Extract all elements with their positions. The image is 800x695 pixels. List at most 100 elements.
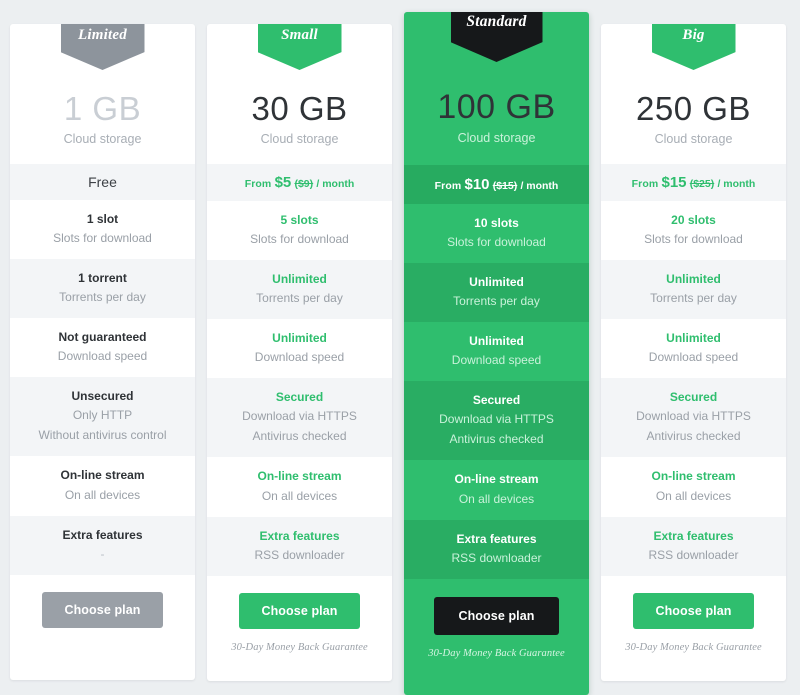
feature-value: Not guaranteed [58,330,147,345]
plan-ribbon-wrap: Small [207,24,392,80]
price-period: / month [316,177,355,190]
storage-block: 30 GB Cloud storage [207,80,392,164]
choose-plan-button-limited[interactable]: Choose plan [42,591,163,628]
choose-plan-button-standard[interactable]: Choose plan [434,596,559,635]
plan-card-limited: Limited 1 GB Cloud storage Free 1 slot Slots … [10,24,195,680]
feature-value: Extra features [456,531,537,546]
feature-row: Unlimited Torrents per day [601,259,786,320]
feature-description: - [100,546,105,561]
choose-plan-button-big[interactable]: Choose plan [633,592,754,629]
feature-value: On-line stream [257,469,342,484]
feature-value: 1 torrent [78,270,127,285]
feature-description: Torrents per day [453,294,540,309]
feature-description: On all devices [458,491,535,506]
plan-card-big: Big 250 GB Cloud storage From $15 ($25) / m… [601,24,786,681]
feature-value: 20 slots [671,212,716,227]
storage-caption: Cloud storage [654,131,733,146]
feature-value: Secured [669,390,718,405]
storage-block: 1 GB Cloud storage [10,80,195,164]
feature-row: Extra features - [10,515,195,575]
feature-value: 5 slots [280,212,319,227]
feature-value: 10 slots [474,215,519,230]
plan-ribbon-wrap: Limited [10,24,195,80]
feature-description: Download via HTTPS [242,409,357,424]
feature-description: Torrents per day [650,291,737,306]
feature-row: Unlimited Torrents per day [207,259,392,320]
feature-row: Not guaranteed Download speed [10,318,195,378]
feature-description: RSS downloader [451,550,542,565]
feature-row: 5 slots Slots for download [207,200,392,260]
feature-description-secondary: Antivirus checked [252,429,347,444]
feature-description: RSS downloader [648,547,739,562]
price-row: From $15 ($25) / month [601,163,786,201]
feature-value: Secured [472,393,521,408]
price-amount: $15 [661,173,687,191]
price-row: From $5 ($9) / month [207,163,392,201]
feature-value: Unlimited [666,271,721,286]
price-row: From $10 ($15) / month [404,164,589,204]
storage-block: 250 GB Cloud storage [601,80,786,164]
storage-size: 250 GB [636,90,751,127]
cta-block: Choose plan 30-Day Money Back Guarantee [207,575,392,659]
price-old-amount: ($15) [492,179,518,192]
feature-description: Download speed [57,349,148,364]
feature-row: Unlimited Download speed [404,322,589,382]
feature-value: Unlimited [469,274,524,289]
feature-value: On-line stream [60,468,145,483]
feature-row: 1 slot Slots for download [10,199,195,259]
feature-value: Extra features [62,527,143,542]
feature-value: Unsecured [71,389,134,404]
feature-description: Slots for download [447,234,546,249]
storage-size: 100 GB [437,88,556,126]
storage-size: 1 GB [63,90,142,127]
cta-block: Choose plan 30-Day Money Back Guarantee [601,575,786,659]
feature-value: On-line stream [651,469,736,484]
price-amount: $10 [464,175,490,193]
feature-row: Extra features RSS downloader [601,516,786,576]
pricing-table: Limited 1 GB Cloud storage Free 1 slot Slots … [0,0,800,695]
storage-size: 30 GB [251,90,348,127]
feature-row: Unsecured Only HTTP Without antivirus cont… [10,377,195,457]
feature-row: Secured Download via HTTPS Antivirus check… [404,381,589,461]
feature-description: Torrents per day [256,291,343,306]
feature-row: On-line stream On all devices [404,460,589,520]
feature-value: Extra features [653,528,734,543]
price-period: / month [520,179,559,192]
feature-description: Torrents per day [59,290,146,305]
feature-row: On-line stream On all devices [601,457,786,517]
feature-row: On-line stream On all devices [207,457,392,517]
feature-value: On-line stream [454,472,539,487]
feature-description: Slots for download [250,231,349,246]
price-amount: $5 [274,173,292,191]
storage-caption: Cloud storage [260,131,339,146]
choose-plan-button-small[interactable]: Choose plan [239,592,360,629]
feature-row: 20 slots Slots for download [601,200,786,260]
price-row: Free [10,163,195,200]
plan-card-small: Small 30 GB Cloud storage From $5 ($9) / mo… [207,24,392,681]
feature-description: Only HTTP [72,408,133,423]
feature-row: Secured Download via HTTPS Antivirus check… [601,378,786,458]
feature-row: Unlimited Download speed [601,319,786,379]
price-free-label: Free [88,173,117,190]
feature-value: Unlimited [272,271,327,286]
feature-description: Slots for download [644,231,743,246]
feature-description-secondary: Antivirus checked [449,432,544,447]
price-from-label: From [434,179,462,192]
feature-value: 1 slot [86,211,119,226]
feature-row: Extra features RSS downloader [404,519,589,579]
feature-row: Extra features RSS downloader [207,516,392,576]
storage-caption: Cloud storage [457,130,536,145]
feature-row: 10 slots Slots for download [404,203,589,263]
feature-description-secondary: Antivirus checked [646,429,741,444]
cta-block: Choose plan [10,574,195,658]
feature-description: Download speed [254,350,345,365]
plan-ribbon-label: Small [281,27,318,43]
feature-description-secondary: Without antivirus control [38,428,167,443]
plan-ribbon-small: Small [257,24,342,70]
plan-ribbon-label: Big [682,27,705,43]
feature-row: 1 torrent Torrents per day [10,258,195,319]
storage-caption: Cloud storage [63,131,142,146]
plan-ribbon-wrap: Big [601,24,786,80]
feature-description: Download via HTTPS [636,409,751,424]
plan-ribbon-label: Limited [78,27,127,43]
